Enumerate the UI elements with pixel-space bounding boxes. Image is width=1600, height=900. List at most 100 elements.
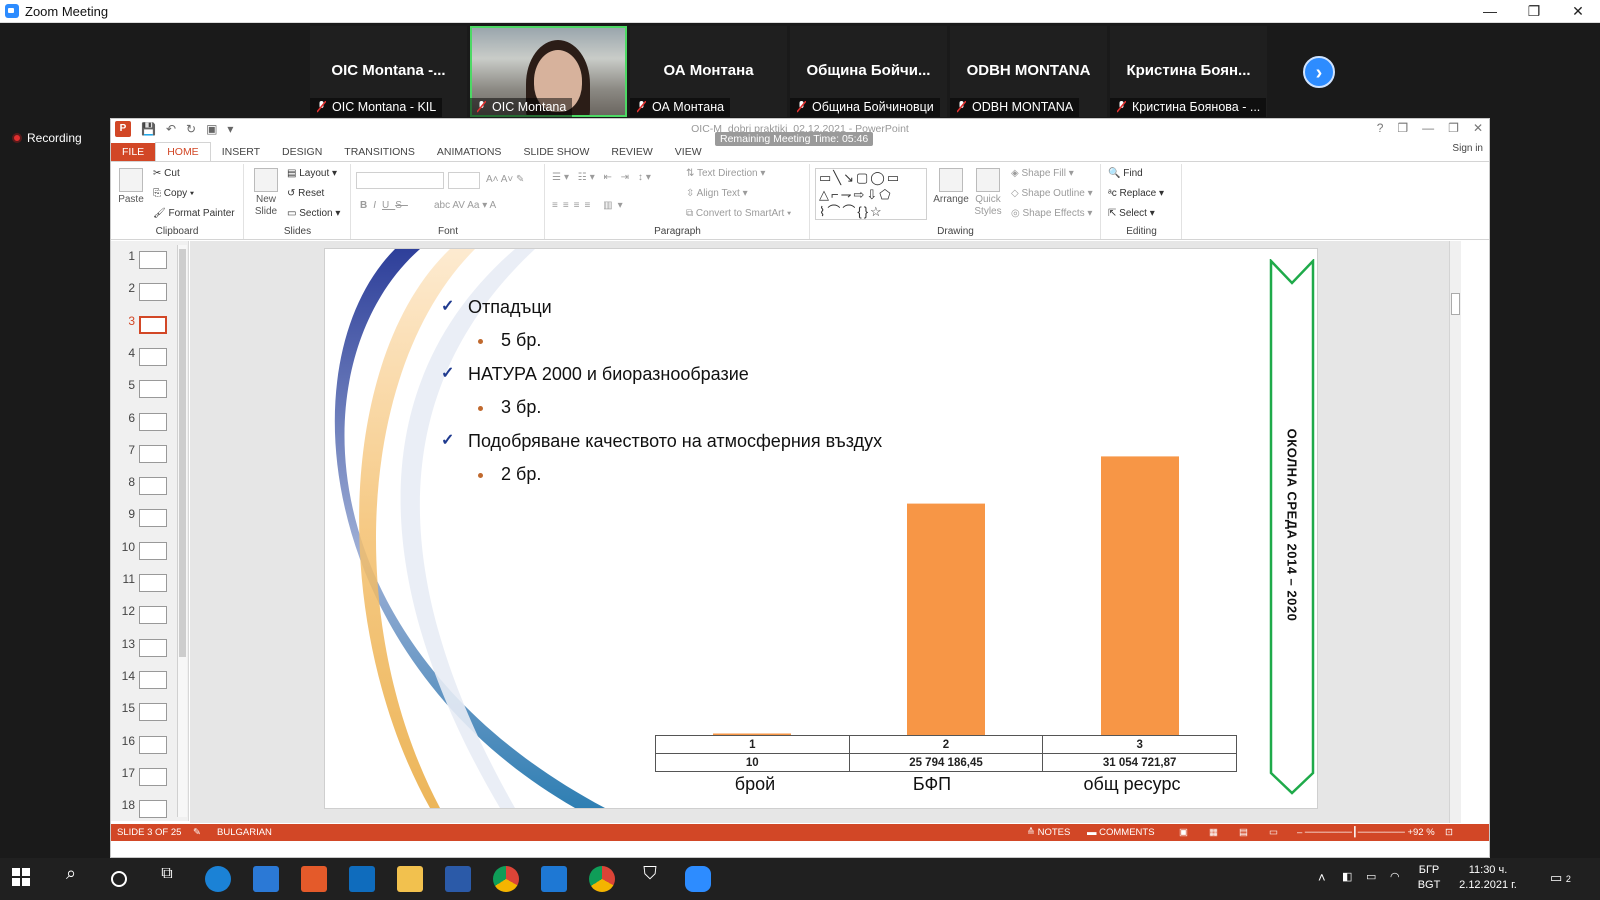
zoom-level[interactable]: 92 %: [1413, 827, 1435, 838]
slide-thumbnail[interactable]: 11: [115, 568, 185, 598]
layout-button[interactable]: ▤ Layout ▾: [287, 168, 337, 179]
help-button[interactable]: ?: [1377, 121, 1384, 135]
tab-design[interactable]: DESIGN: [271, 143, 333, 161]
slide-scroll-thumb[interactable]: [1451, 293, 1460, 315]
slide-scrollbar[interactable]: [1449, 241, 1461, 823]
cut-button[interactable]: ✂ Cut: [153, 168, 180, 179]
slide-thumbnail[interactable]: 2: [115, 277, 185, 307]
slide-thumbnail[interactable]: 12: [115, 600, 185, 630]
find-button[interactable]: 🔍 Find: [1108, 168, 1143, 179]
sign-in-link[interactable]: Sign in: [1452, 143, 1483, 154]
slide-thumbnail[interactable]: 15: [115, 697, 185, 727]
normal-view-icon[interactable]: ▣: [1179, 827, 1188, 838]
keyboard-language[interactable]: БГР BGT: [1414, 863, 1444, 893]
quick-styles-button[interactable]: Quick Styles: [971, 168, 1005, 218]
wifi-icon[interactable]: ◠: [1390, 870, 1400, 885]
ribbon-display-button[interactable]: ❐: [1397, 121, 1408, 135]
ppt-restore-button[interactable]: ❐: [1448, 121, 1459, 135]
tab-slide-show[interactable]: SLIDE SHOW: [512, 143, 600, 161]
tab-file[interactable]: FILE: [111, 143, 156, 161]
cortana-icon[interactable]: [106, 866, 132, 892]
participant-tile[interactable]: Община Бойчи... Община Бойчиновци: [790, 26, 947, 117]
participant-tile[interactable]: OIC Montana: [470, 26, 627, 117]
font-style-buttons[interactable]: BIUS: [360, 200, 408, 211]
slide-thumbnail[interactable]: 8: [115, 471, 185, 501]
tab-transitions[interactable]: TRANSITIONS: [333, 143, 426, 161]
shapes-gallery[interactable]: ▭╲↘▢◯▭ △⌐⇁⇨⇩⬠ ⌇⌒⌒{}☆: [815, 168, 927, 220]
slide-thumbnail[interactable]: 9: [115, 503, 185, 533]
copy-button[interactable]: ⎘ Copy ▾: [153, 188, 194, 199]
align-buttons[interactable]: ≡≡≡≡ ▥▾: [552, 200, 628, 211]
slide-thumbnail[interactable]: 5: [115, 374, 185, 404]
slide-canvas[interactable]: ✓ Отпадъци 5 бр. ✓ НАТУРА 2000 и биоразнообр…: [325, 249, 1317, 808]
format-painter-button[interactable]: 🖌 Format Painter: [153, 208, 235, 219]
edge-icon[interactable]: [205, 866, 231, 892]
search-icon[interactable]: ⌕: [58, 864, 84, 892]
zoom-slider[interactable]: – ───────┃─────── +: [1297, 827, 1413, 838]
thumbnail-scrollbar[interactable]: [177, 245, 187, 817]
tab-home[interactable]: HOME: [155, 142, 211, 161]
zoom-app-icon[interactable]: [685, 866, 711, 892]
close-button[interactable]: ✕: [1556, 3, 1600, 20]
slide-thumbnail[interactable]: 6: [115, 407, 185, 437]
font-size-buttons[interactable]: A˄ A˅ ✎: [486, 174, 524, 185]
thumbnail-scroll-thumb[interactable]: [179, 249, 186, 657]
spellcheck-icon[interactable]: ✎: [193, 827, 201, 838]
new-slide-button[interactable]: New Slide: [249, 168, 283, 218]
slide-thumbnail[interactable]: 13: [115, 633, 185, 663]
language-indicator[interactable]: BULGARIAN: [217, 827, 272, 838]
word-icon[interactable]: [445, 866, 471, 892]
slide-thumbnail[interactable]: 16: [115, 730, 185, 760]
tray-app-icon[interactable]: ◧: [1342, 870, 1352, 885]
participant-tile[interactable]: ODBH MONTANA ODBH MONTANA: [950, 26, 1107, 117]
clock[interactable]: 11:30 ч. 2.12.2021 г.: [1450, 863, 1526, 893]
participant-tile[interactable]: ОА Монтана ОА Монтана: [630, 26, 787, 117]
minimize-button[interactable]: —: [1468, 3, 1512, 20]
tab-animations[interactable]: ANIMATIONS: [426, 143, 513, 161]
reading-view-icon[interactable]: ▤: [1239, 827, 1248, 838]
notification-center-icon[interactable]: ▭ 2: [1550, 870, 1571, 887]
notes-button[interactable]: ≙ NOTES: [1027, 827, 1070, 838]
task-view-icon[interactable]: ⧉: [154, 866, 180, 892]
slideshow-view-icon[interactable]: ▭: [1269, 827, 1278, 838]
convert-smartart-button[interactable]: ⧉ Convert to SmartArt ▾: [686, 208, 791, 219]
section-button[interactable]: ▭ Section ▾: [287, 208, 340, 219]
text-direction-button[interactable]: ⇅ Text Direction ▾: [686, 168, 765, 179]
font-name-box[interactable]: [356, 172, 444, 189]
slide-thumbnail[interactable]: 14: [115, 665, 185, 695]
slide-thumbnail[interactable]: 18: [115, 794, 185, 824]
align-text-button[interactable]: ⇳ Align Text ▾: [686, 188, 748, 199]
tab-insert[interactable]: INSERT: [211, 143, 271, 161]
security-shield-icon[interactable]: ⛉: [637, 864, 663, 892]
list-buttons[interactable]: ☰▾ ☷▾ ⇤ ⇥ ↕▾: [552, 172, 654, 183]
comments-button[interactable]: ▬ COMMENTS: [1087, 827, 1155, 838]
tray-chevron-icon[interactable]: ˄: [1318, 870, 1326, 885]
shape-effects-button[interactable]: ◎ Shape Effects ▾: [1011, 208, 1092, 219]
ppt-close-button[interactable]: ✕: [1473, 121, 1483, 135]
slide-sorter-icon[interactable]: ▦: [1209, 827, 1218, 838]
windows-start-icon[interactable]: [10, 866, 34, 892]
battery-icon[interactable]: ▭: [1366, 870, 1376, 885]
replace-button[interactable]: ᵃc Replace ▾: [1108, 188, 1164, 199]
slide-thumbnail[interactable]: 10: [115, 536, 185, 566]
shape-outline-button[interactable]: ◇ Shape Outline ▾: [1011, 188, 1093, 199]
file-explorer-icon[interactable]: [397, 866, 423, 892]
chrome-icon[interactable]: [493, 866, 519, 892]
participant-tile[interactable]: Кристина Боян... Кристина Боянова - ...: [1110, 26, 1267, 117]
store-icon[interactable]: [253, 866, 279, 892]
paste-button[interactable]: Paste: [117, 168, 145, 206]
restore-button[interactable]: ❐: [1512, 3, 1556, 20]
tab-view[interactable]: VIEW: [664, 143, 713, 161]
font-size-box[interactable]: [448, 172, 480, 189]
media-player-icon[interactable]: [301, 866, 327, 892]
ppt-minimize-button[interactable]: —: [1422, 121, 1434, 135]
calendar-icon[interactable]: [541, 866, 567, 892]
participant-tile[interactable]: OIC Montana -... OIC Montana - KIL: [310, 26, 467, 117]
shape-fill-button[interactable]: ◈ Shape Fill ▾: [1011, 168, 1074, 179]
reset-button[interactable]: ↺ Reset: [287, 188, 324, 199]
outlook-icon[interactable]: [349, 866, 375, 892]
slide-thumbnail[interactable]: 7: [115, 439, 185, 469]
slide-thumbnail[interactable]: 17: [115, 762, 185, 792]
next-page-button[interactable]: ›: [1303, 56, 1335, 88]
arrange-button[interactable]: Arrange: [933, 168, 969, 206]
